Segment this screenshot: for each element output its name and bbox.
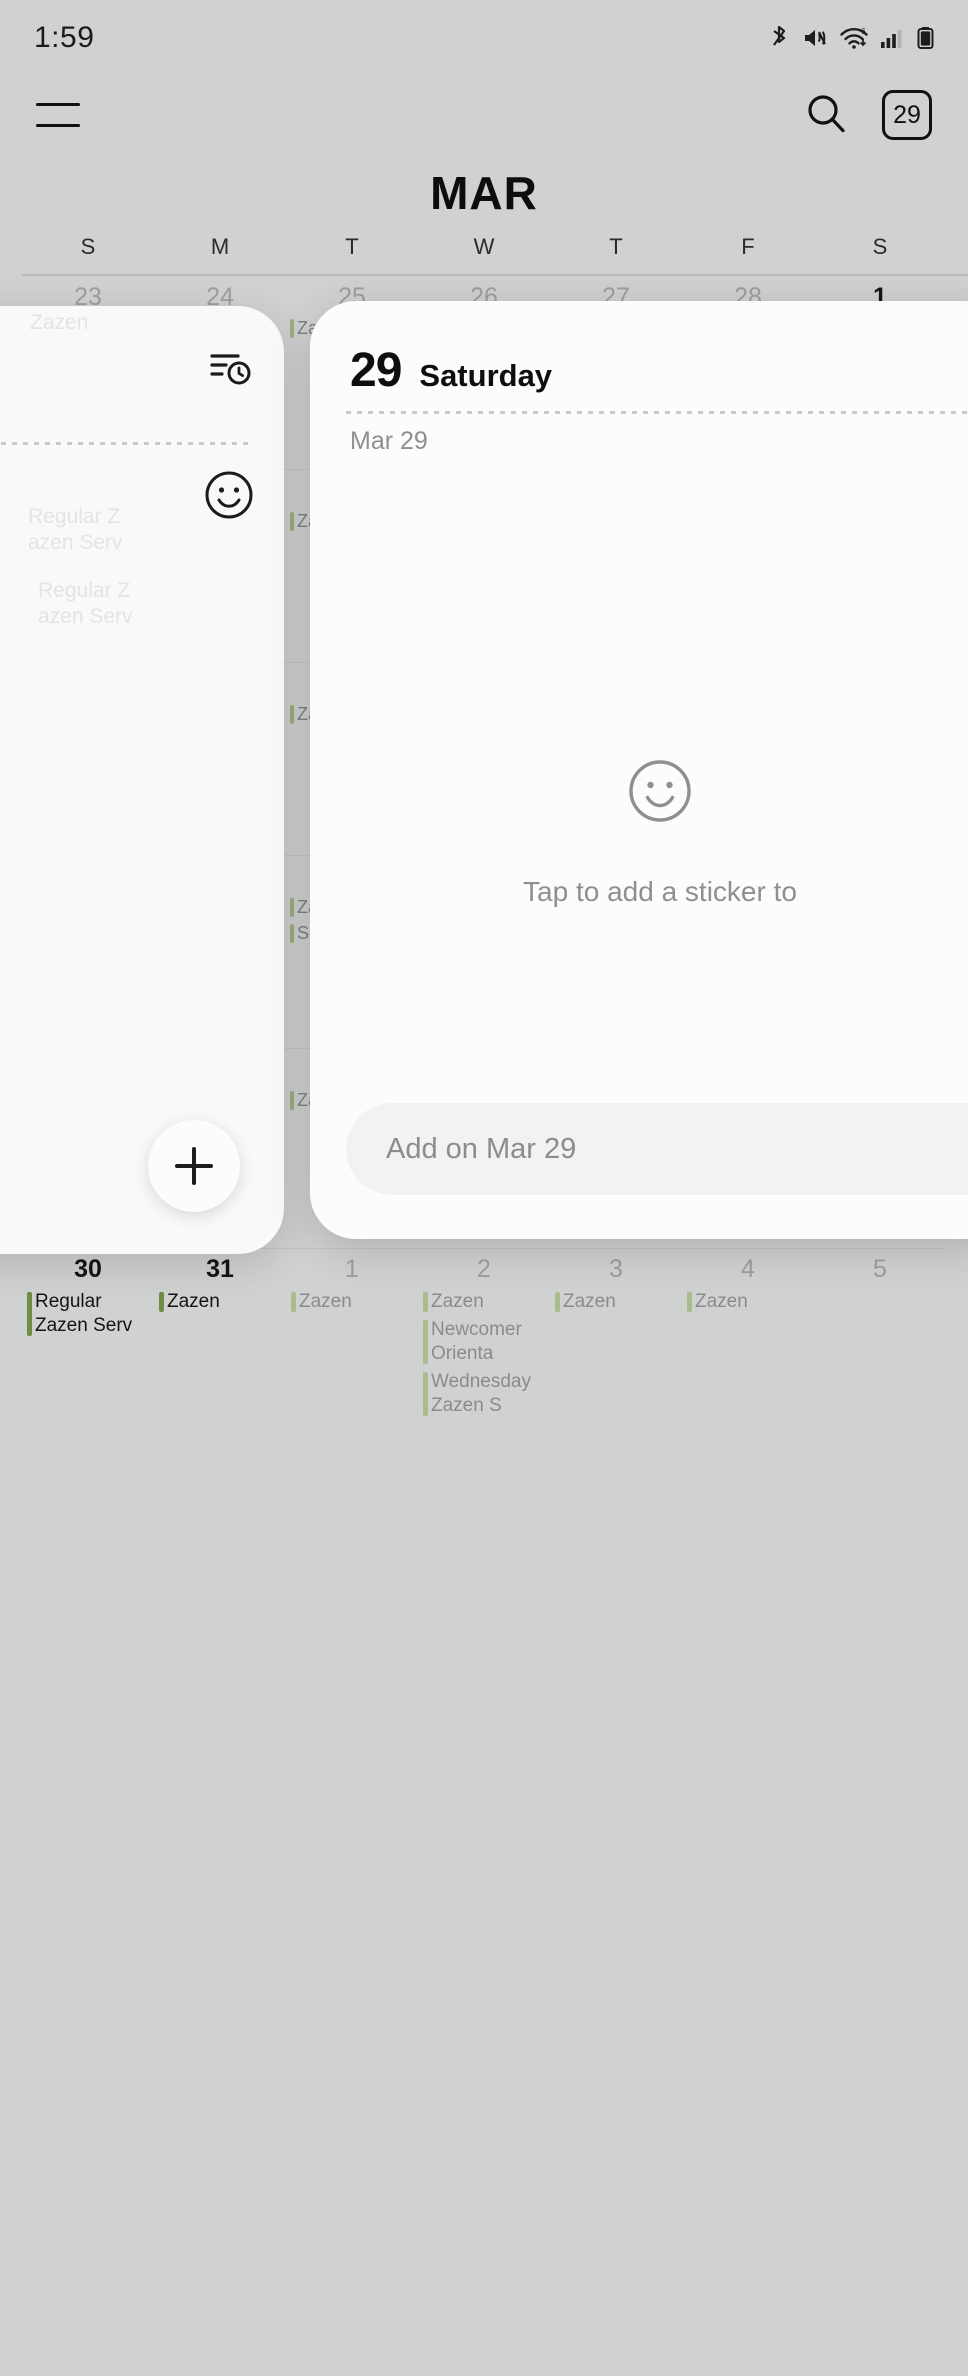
day-detail-sheet[interactable]: 29 Saturday Mar 29 Tap to add a sticker … — [310, 301, 968, 1239]
status-icon-group: 6 — [767, 25, 934, 51]
weekday-label: F — [741, 234, 755, 259]
left-sheet-toolbar — [208, 344, 254, 395]
signal-icon — [880, 25, 906, 51]
weekday-label: T — [609, 234, 623, 259]
left-ghost-event: Regular Z — [38, 579, 131, 602]
calendar-day-number: 2 — [477, 1255, 491, 1283]
calendar-event-chip[interactable]: Wednesday Zazen S — [422, 1370, 546, 1418]
page-title[interactable]: MAR — [0, 166, 968, 220]
left-sheet-divider — [0, 442, 252, 445]
weekday-label: M — [210, 234, 230, 259]
calendar-day-number: 3 — [609, 1255, 623, 1283]
calendar-day-number: 31 — [206, 1255, 234, 1283]
calendar-event-chip[interactable]: Zazen — [554, 1290, 678, 1314]
battery-icon — [917, 25, 934, 51]
calendar-event-chip[interactable]: Regular Zazen Serv — [26, 1290, 150, 1338]
calendar-day-cell[interactable]: 4 Zazen — [682, 1252, 814, 1418]
weekday-label: S — [80, 234, 96, 259]
smiley-icon[interactable] — [625, 756, 695, 831]
weekday-label: S — [872, 234, 888, 259]
calendar-event-chip[interactable]: Newcomer Orienta — [422, 1318, 546, 1366]
left-ghost-event: azen Serv — [28, 531, 123, 554]
weekday-header: S M T W T F S — [22, 234, 946, 272]
day-number: 29 — [350, 344, 402, 397]
hamburger-menu-icon[interactable] — [36, 99, 80, 131]
calendar-day-cell[interactable]: 30 Regular Zazen Serv — [22, 1252, 154, 1418]
add-note-input[interactable]: Add on Mar 29 — [346, 1103, 968, 1195]
left-ghost-event: azen Serv — [38, 605, 133, 628]
calendar-day-cell[interactable]: 31 Zazen — [154, 1252, 286, 1418]
calendar-day-number: 4 — [741, 1255, 755, 1283]
calendar-event-chip[interactable]: Zazen — [422, 1290, 546, 1314]
weekday-label: T — [345, 234, 359, 259]
sticker-empty-label: Tap to add a sticker to — [523, 876, 797, 907]
calendar-day-cell[interactable]: 1 Zazen — [286, 1252, 418, 1418]
status-bar: 1:59 6 — [0, 0, 968, 76]
calendar-event-chip[interactable]: Zazen — [290, 1290, 414, 1314]
smiley-icon[interactable] — [202, 468, 256, 527]
day-detail-date: Mar 29 — [350, 427, 428, 455]
calendar-event-chip[interactable]: Zazen — [686, 1290, 810, 1314]
sticker-empty-state[interactable]: Tap to add a sticker to — [310, 756, 968, 908]
today-button[interactable]: 29 — [882, 90, 932, 140]
calendar-day-cell[interactable]: 3 Zazen — [550, 1252, 682, 1418]
add-note-placeholder: Add on Mar 29 — [386, 1132, 577, 1165]
mute-icon — [802, 25, 828, 51]
day-name: Saturday — [419, 358, 553, 393]
today-date-label: 29 — [893, 100, 921, 129]
day-detail-divider — [346, 411, 968, 414]
calendar-day-cell[interactable]: 2 Zazen Newcomer Orienta Wednesday Zazen S — [418, 1252, 550, 1418]
app-bar-actions: 29 — [804, 90, 932, 140]
status-clock: 1:59 — [34, 21, 95, 54]
weekday-label: W — [473, 234, 495, 259]
agenda-clock-icon[interactable] — [208, 344, 254, 395]
add-event-fab[interactable] — [148, 1120, 240, 1212]
plus-icon-v — [192, 1147, 196, 1185]
search-icon[interactable] — [804, 91, 848, 140]
day-detail-header: 29 Saturday — [350, 343, 552, 398]
left-day-sheet[interactable]: Zazen Regular Z azen Serv 30 AM Regular … — [0, 306, 284, 1254]
calendar-day-number: 30 — [74, 1255, 102, 1283]
bluetooth-icon — [767, 25, 791, 51]
left-ghost-event: Regular Z — [28, 505, 121, 528]
left-ghost-event: Zazen — [30, 311, 89, 334]
calendar-day-cell[interactable]: 5 — [814, 1252, 946, 1418]
calendar-week-row: 30 Regular Zazen Serv 31 Zazen 1 Zazen 2 Zazen N… — [22, 1252, 946, 1418]
svg-text:6: 6 — [861, 27, 866, 36]
calendar-event-chip[interactable]: Zazen — [158, 1290, 282, 1314]
calendar-day-number: 1 — [345, 1255, 359, 1283]
calendar-day-number: 5 — [873, 1255, 887, 1283]
app-bar: 29 — [0, 76, 968, 154]
wifi-icon: 6 — [839, 25, 869, 51]
